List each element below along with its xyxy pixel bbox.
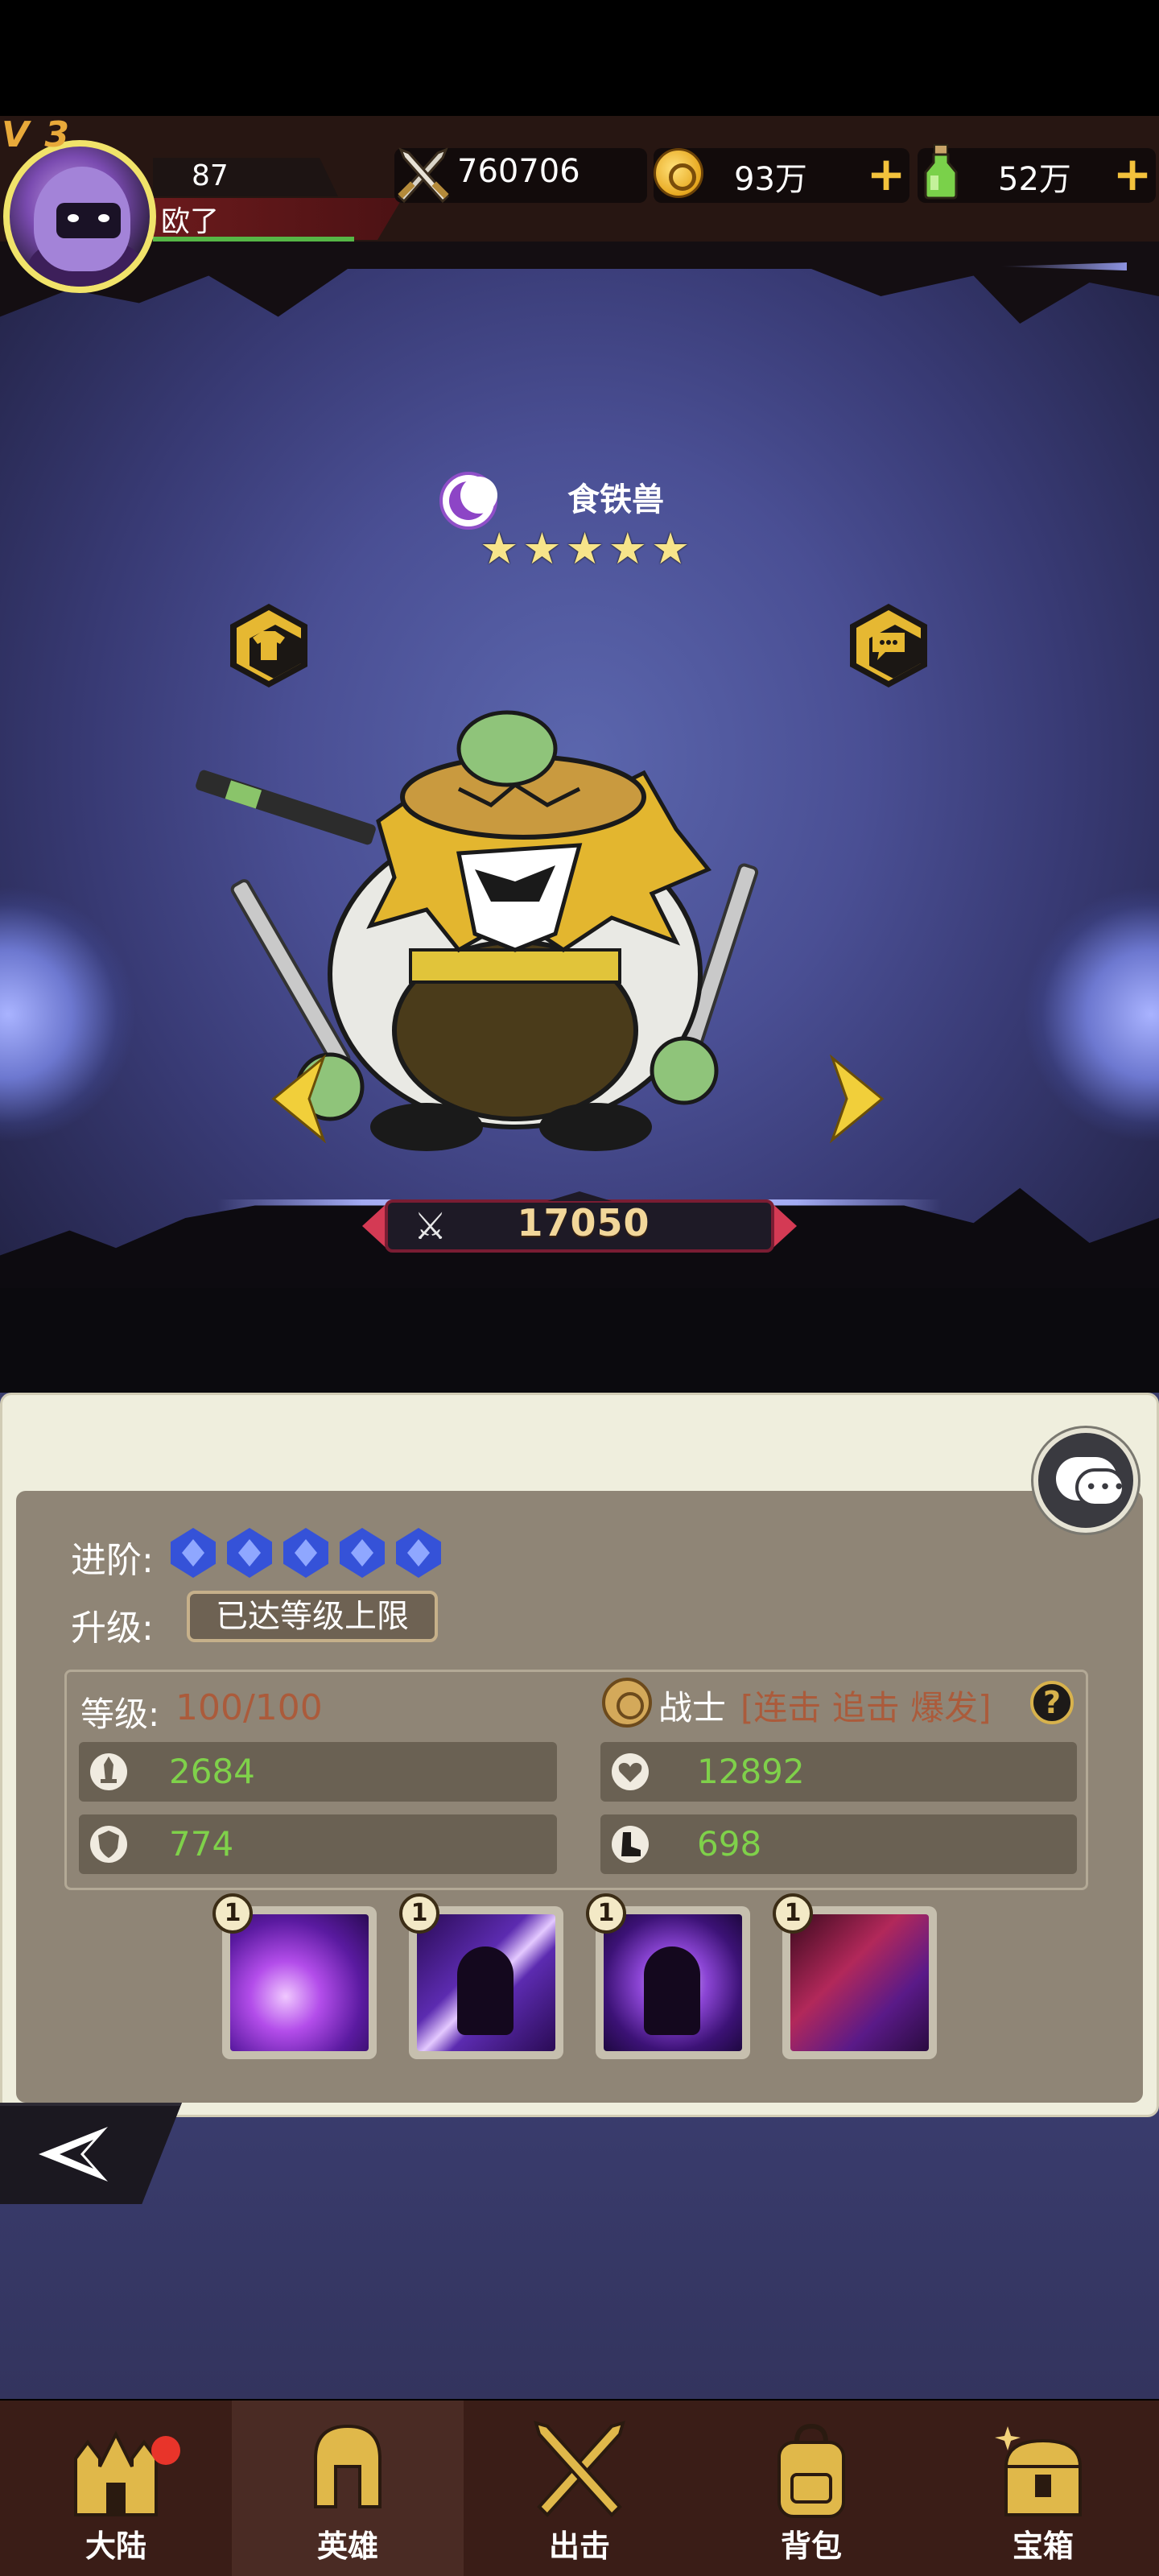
back-arrow-icon	[39, 2127, 108, 2182]
crossed-swords-icon	[534, 2421, 625, 2517]
blue-gem-icon	[340, 1528, 385, 1578]
right-torch-glow	[1022, 886, 1159, 1143]
shirt-icon	[253, 631, 285, 660]
class-tags: [连击 追击 爆发]	[740, 1688, 992, 1728]
skill-level-badge: 1	[212, 1893, 253, 1934]
blue-gem-icon	[171, 1528, 216, 1578]
hp-value: 12892	[697, 1752, 805, 1791]
upgrade-button[interactable]: 已达等级上限	[187, 1591, 438, 1642]
star-icon: ★	[608, 523, 648, 574]
purple-slash-skill-icon	[230, 1914, 369, 2051]
next-hero-arrow[interactable]	[829, 1055, 885, 1143]
skill-slot-3[interactable]: 1	[586, 1893, 750, 2059]
treasure-chest-icon	[995, 2426, 1083, 2516]
player-level: 87	[192, 159, 229, 192]
level-label: 等级:	[80, 1695, 160, 1734]
star-icon: ★	[650, 523, 691, 574]
nav-heroes[interactable]: 英雄	[232, 2401, 464, 2576]
bottom-navigation: 大陆 英雄 出击 背包 宝箱	[0, 2401, 1159, 2576]
skill-level-badge: 1	[399, 1893, 439, 1934]
gold-value: 93万	[734, 161, 807, 198]
speed-value: 698	[697, 1824, 762, 1864]
player-level-box	[153, 158, 338, 196]
blue-gem-icon	[283, 1528, 328, 1578]
crossed-swords-icon: ⚔	[414, 1204, 448, 1248]
castle-icon	[74, 2430, 158, 2516]
hero-name: 食铁兽	[567, 481, 664, 518]
star-icon: ★	[565, 523, 604, 574]
class-name: 战士	[658, 1688, 727, 1728]
blue-gem-icon	[227, 1528, 272, 1578]
backpack-icon	[777, 2423, 845, 2518]
star-icon: ★	[480, 523, 519, 574]
speed-stat: 698	[600, 1814, 1077, 1874]
nav-label: 英雄	[316, 2529, 378, 2564]
hp-stat: 12892	[600, 1742, 1077, 1802]
skill-slot-4[interactable]: 1	[773, 1893, 937, 2059]
player-name: 欧了	[161, 205, 220, 238]
add-potion-button[interactable]: +	[1112, 150, 1153, 198]
advance-gems	[171, 1528, 441, 1578]
blue-gem-icon	[396, 1528, 441, 1578]
add-gold-button[interactable]: +	[866, 150, 906, 198]
skill-slot-2[interactable]: 1	[399, 1893, 563, 2059]
boot-icon	[612, 1826, 649, 1863]
left-torch-glow	[0, 886, 137, 1143]
player-avatar[interactable]	[3, 140, 156, 293]
advance-label: 进阶:	[71, 1540, 154, 1581]
attack-value: 2684	[169, 1752, 255, 1791]
green-potion-icon	[924, 144, 958, 200]
nav-label: 宝箱	[1012, 2529, 1074, 2564]
blood-claw-skill-icon	[790, 1914, 929, 2051]
total-power-value: 760706	[457, 153, 580, 190]
moon-faction-icon	[439, 472, 497, 530]
vip-level-tag: V 3	[2, 114, 71, 155]
notification-badge	[151, 2436, 180, 2465]
potion-value: 52万	[998, 161, 1071, 198]
nav-label: 大陆	[85, 2529, 146, 2564]
previous-hero-arrow[interactable]	[270, 1055, 327, 1143]
comments-button[interactable]: •••	[1033, 1428, 1138, 1533]
heart-icon	[612, 1753, 649, 1790]
shadow-strike-skill-icon	[417, 1914, 555, 2051]
gold-coin-icon	[654, 148, 703, 198]
speech-bubble-icon	[872, 633, 905, 660]
level-value: 100/100	[175, 1687, 323, 1728]
nav-label: 出击	[548, 2529, 610, 2564]
upgrade-label: 升级:	[71, 1608, 154, 1649]
hero-detail-screen: V 3 87 欧了 760706 93万 + 52万 + 食铁兽 ★ ★ ★ ★…	[0, 0, 1159, 2576]
nav-label: 背包	[780, 2529, 842, 2564]
skill-slot-1[interactable]: 1	[212, 1893, 377, 2059]
spirit-swirl-skill-icon	[604, 1914, 742, 2051]
nav-backpack[interactable]: 背包	[695, 2401, 927, 2576]
help-icon[interactable]: ?	[1030, 1681, 1074, 1724]
sword-icon	[90, 1753, 127, 1790]
nav-battle[interactable]: 出击	[464, 2401, 695, 2576]
attack-stat: 2684	[79, 1742, 557, 1802]
skill-level-badge: 1	[773, 1893, 813, 1934]
star-icon: ★	[522, 523, 562, 574]
crossed-swords-icon	[397, 147, 450, 204]
nav-continent[interactable]: 大陆	[0, 2401, 232, 2576]
shield-icon	[90, 1826, 127, 1863]
spartan-helmet-icon	[314, 2424, 382, 2508]
hero-star-rating: ★ ★ ★ ★ ★	[480, 523, 692, 576]
defense-stat: 774	[79, 1814, 557, 1874]
skill-level-badge: 1	[586, 1893, 626, 1934]
nav-chest[interactable]: 宝箱	[927, 2401, 1159, 2576]
defense-value: 774	[169, 1824, 234, 1864]
warrior-class-icon	[602, 1678, 652, 1728]
hero-combat-power: 17050	[517, 1201, 650, 1245]
